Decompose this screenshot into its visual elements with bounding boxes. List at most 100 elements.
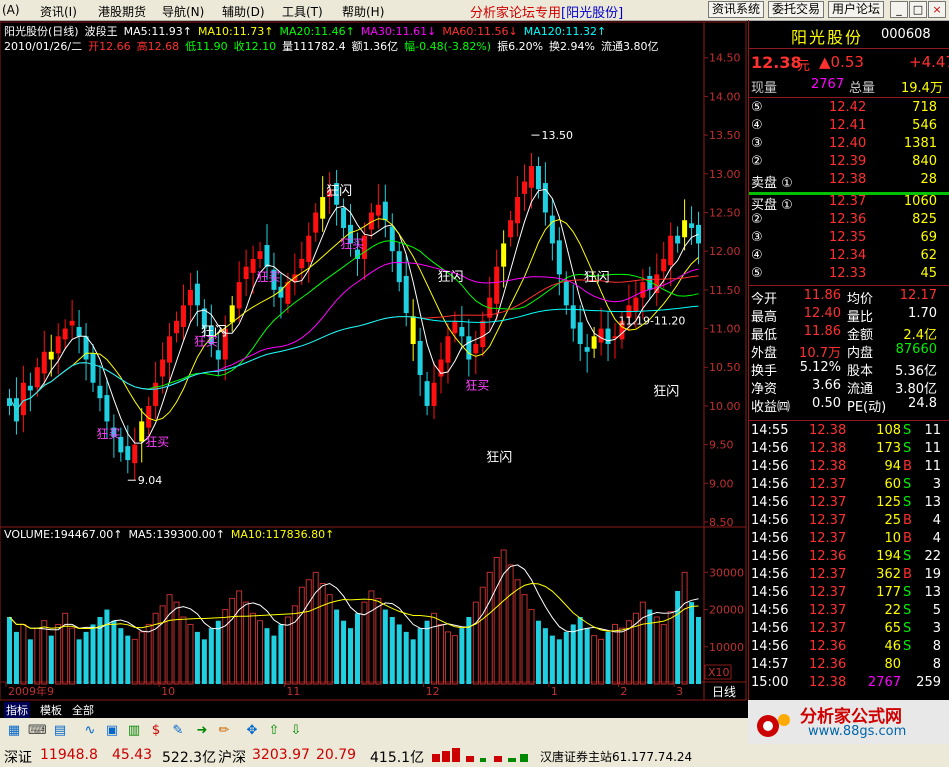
volume-bar [535, 620, 541, 684]
volume-bar [284, 616, 291, 685]
ohlc-label-8: 振6.20% [497, 40, 544, 53]
tab-template[interactable]: 模板 [38, 702, 64, 718]
candle-body [76, 327, 82, 337]
stock-name: 阳光股份 [791, 28, 864, 47]
volume-bar [243, 601, 250, 685]
tick-row-cell: 12.37 [809, 513, 847, 528]
kuangmai-label: 狂买 [340, 237, 364, 251]
candle-body [243, 266, 249, 280]
candle-body [410, 316, 416, 345]
stock-code: 000608 [881, 27, 931, 42]
ohlc-label-10: 流通3.80亿 [600, 40, 659, 53]
vol-label-2: MA10:117836.80↑ [230, 528, 335, 541]
candle-body [403, 275, 409, 314]
volume-bar [125, 635, 131, 684]
volume-bar [173, 601, 180, 685]
etf-icon[interactable]: ▤ [52, 723, 68, 739]
minimize-icon[interactable]: _ [890, 1, 908, 18]
volume-bar [444, 631, 451, 685]
chart-line-icon[interactable]: ∿ [82, 723, 98, 739]
tab-all[interactable]: 全部 [70, 702, 96, 718]
candle-body [640, 282, 646, 298]
menu-item-a[interactable]: (A) [2, 3, 20, 17]
ma-label-2: MA5:11.93↑ [123, 25, 193, 38]
trade-button[interactable]: 委托交易 [768, 1, 825, 18]
stat-row: 最低 11.86 金额 2.4亿 [749, 324, 949, 343]
stat-row-cell: 0.50 [812, 396, 841, 411]
tick-row-cell: 2767 [867, 675, 901, 690]
menu-item-hk-futures[interactable]: 港股期货 [98, 3, 146, 20]
kuangmai-label: 狂买 [257, 270, 281, 284]
menu-item-tools[interactable]: 工具(T) [282, 3, 323, 20]
candle-body [264, 244, 270, 267]
tick-row-cell: 60 [884, 477, 901, 492]
volume-bar [6, 617, 12, 684]
bid-row-cell: 69 [920, 230, 937, 245]
kline-chart[interactable]: 14.50 14.00 13.50 13.00 12.50 12.00 11.50 11.00… [0, 20, 748, 702]
candle-body [459, 327, 465, 337]
arrow-up-icon[interactable]: ⇧ [266, 723, 282, 739]
volume-bar [556, 639, 562, 684]
stat-row: 今开 11.86 均价 12.17 [749, 288, 949, 307]
menu-item-news[interactable]: 资讯(I) [40, 3, 77, 20]
bid-row: ④ 12.34 62 [749, 248, 949, 266]
tick-row: 14:56 12.37 362 B 19 [749, 567, 949, 585]
export-icon[interactable]: ➜ [194, 723, 210, 739]
tick-row-cell: 94 [884, 459, 901, 474]
menu-item-help[interactable]: 帮助(H) [342, 3, 384, 20]
table-icon[interactable]: ▥ [126, 723, 142, 739]
ask-row-cell: ⑤ [751, 100, 763, 115]
tick-row-cell: 12.37 [809, 567, 847, 582]
candle-body [41, 351, 47, 374]
rsi-icon[interactable]: ▣ [104, 723, 120, 739]
menu-item-assist[interactable]: 辅助(D) [222, 3, 265, 20]
tick-row-cell: 12.37 [809, 585, 847, 600]
ohlc-label-9: 换2.94% [549, 40, 595, 53]
volume-bar [514, 579, 521, 685]
close-icon[interactable]: × [928, 1, 946, 18]
volume-bar [271, 635, 277, 684]
kuangmai-label: 狂买 [96, 427, 120, 441]
stat-row-cell: 11.86 [803, 324, 841, 339]
menu-item-navigate[interactable]: 导航(N) [162, 3, 204, 20]
arrow-down-icon[interactable]: ⇩ [288, 723, 304, 739]
news-system-button[interactable]: 资讯系统 [708, 1, 765, 18]
ma5-line [9, 188, 699, 444]
candle-body [20, 382, 26, 416]
tab-indicator[interactable]: 指标 [4, 702, 30, 718]
candle-body [480, 320, 486, 348]
keyboard-icon[interactable]: ⌨ [28, 723, 47, 739]
candle-body [591, 336, 597, 349]
move-icon[interactable]: ✥ [244, 723, 260, 739]
vol-label-1: MA5:139300.00↑ [128, 528, 225, 541]
volume-bar [298, 586, 305, 685]
candle-body [508, 220, 514, 238]
volume-bar [48, 635, 54, 684]
server-info: 汉唐证券主站61.177.74.24 [540, 750, 693, 764]
bid-row-cell: 12.34 [829, 248, 867, 263]
tick-row: 14:56 12.38 173 S 11 [749, 441, 949, 459]
pencil-icon[interactable]: ✏ [216, 723, 232, 739]
stock-link[interactable]: [阳光股份] [561, 6, 623, 21]
maximize-icon[interactable]: □ [909, 1, 927, 18]
draw-tool-icon[interactable]: ✎ [170, 723, 186, 739]
tick-row-cell: 11 [924, 441, 941, 456]
volume-bar [69, 627, 76, 685]
candle-body [682, 220, 688, 238]
volume-bar [166, 594, 173, 685]
volume-ma10-line [9, 582, 699, 632]
candle-body [535, 166, 541, 190]
candle-body [452, 320, 458, 334]
stat-row-cell: 1.70 [908, 306, 937, 321]
stat-row-cell: 金额 [847, 328, 874, 343]
stat-row-cell: 均价 [847, 292, 874, 307]
forum-button[interactable]: 用户论坛 [828, 1, 885, 18]
sh-index: 3203.97 [252, 747, 310, 763]
f10-icon[interactable]: ▦ [6, 723, 22, 739]
dollar-icon[interactable]: $ [148, 723, 164, 739]
bid-row-cell: 825 [912, 212, 937, 227]
ohlc-label-0: 2010/01/26/二 [4, 40, 83, 53]
candle-body [570, 305, 576, 329]
volume-bar [76, 639, 82, 684]
volume-bar [605, 631, 611, 684]
